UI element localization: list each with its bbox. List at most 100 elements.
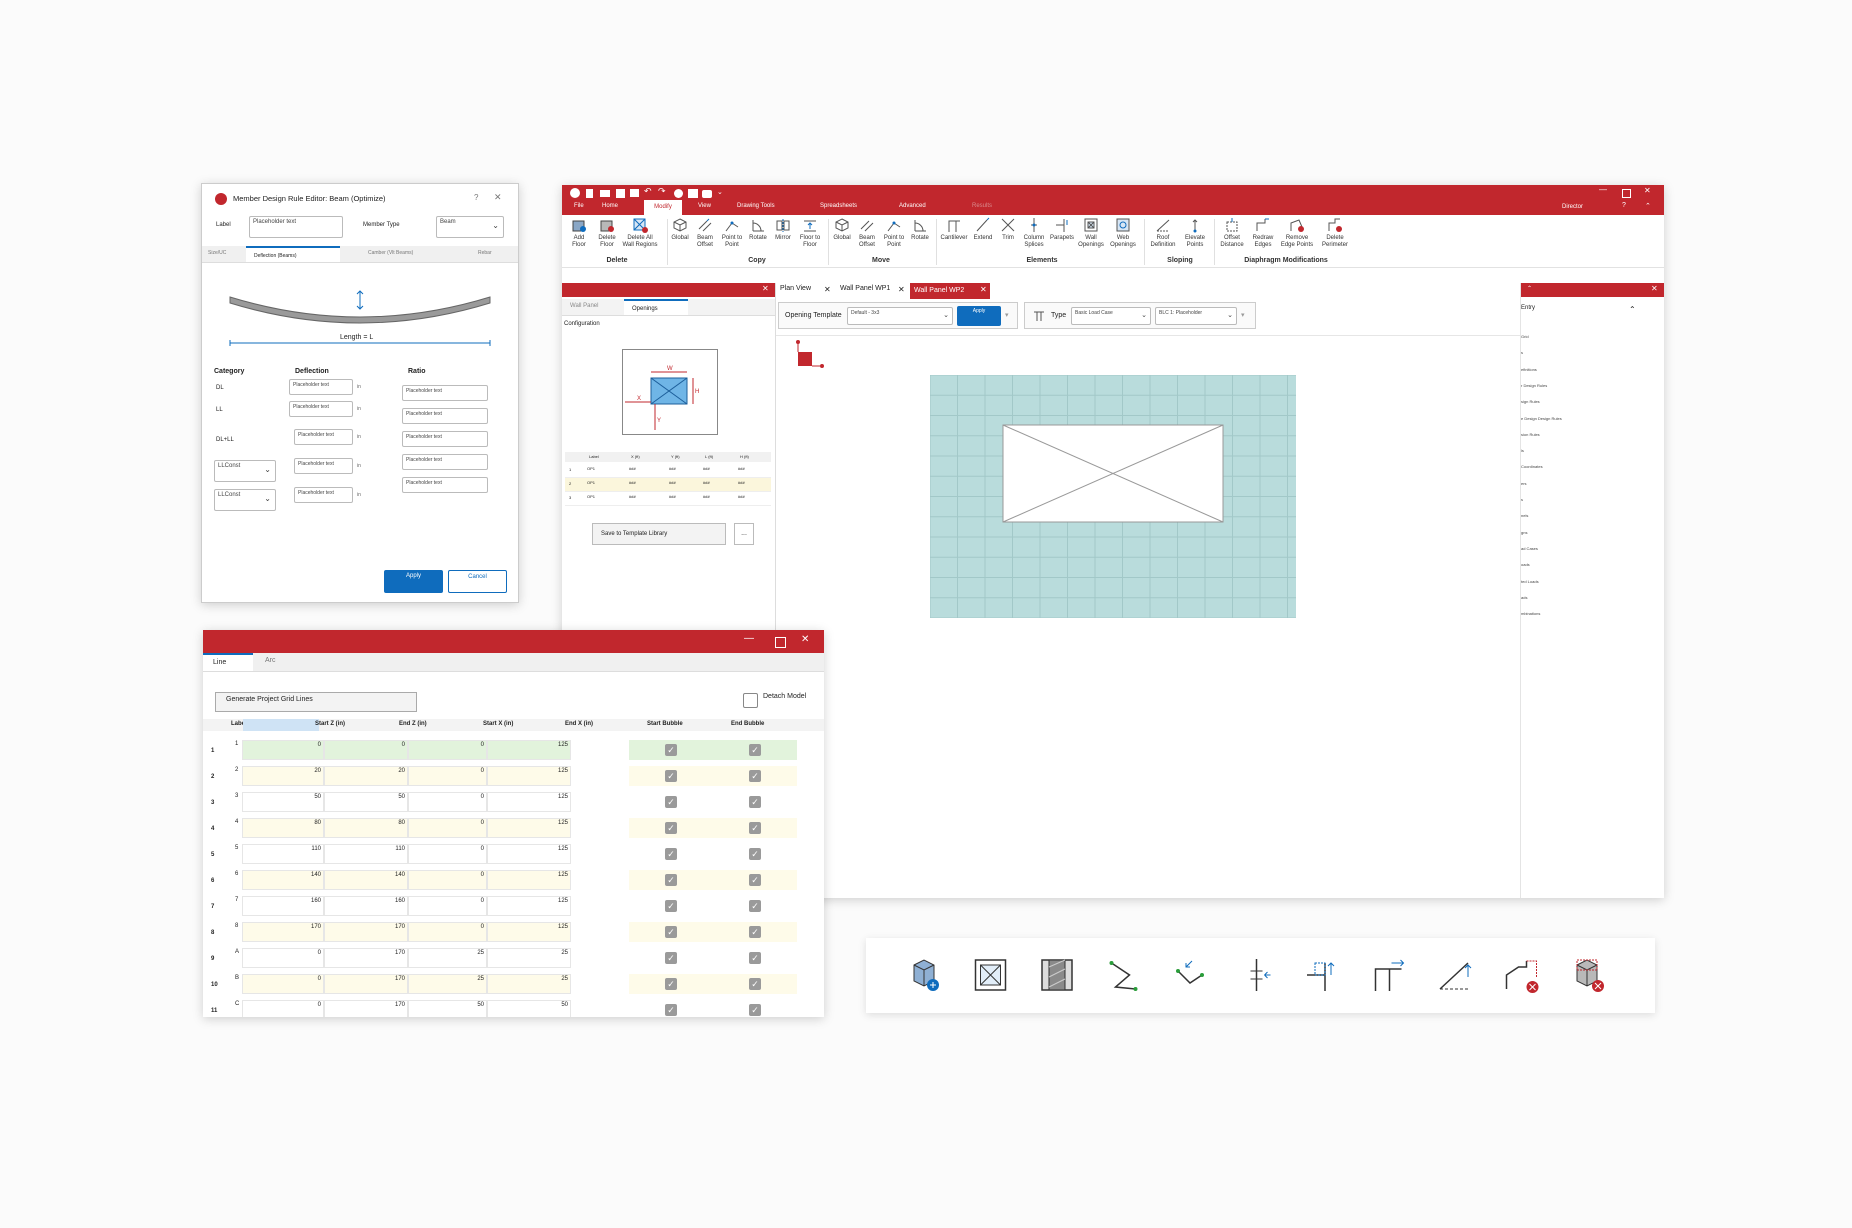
save-icon[interactable] <box>616 189 625 198</box>
start-bubble-checkbox[interactable]: ✓ <box>665 926 677 938</box>
start-bubble-checkbox[interactable]: ✓ <box>665 744 677 756</box>
extend-button[interactable]: Extend <box>970 217 996 242</box>
start-bubble-checkbox[interactable]: ✓ <box>665 900 677 912</box>
load-case-select[interactable]: Basic Load Case ⌄ <box>1071 307 1151 325</box>
toolbar-overflow-icon[interactable]: ▾ <box>1005 311 1009 319</box>
close-icon[interactable]: ✕ <box>494 192 502 203</box>
end-z-cell[interactable]: 170 <box>324 1000 408 1017</box>
delete-floor-button[interactable]: Delete Floor <box>594 217 620 249</box>
tab-wall-panel-wp1-close-icon[interactable]: ✕ <box>898 285 905 294</box>
start-bubble-checkbox[interactable]: ✓ <box>665 796 677 808</box>
tree-item[interactable]: s <box>1521 497 1523 502</box>
redo-icon[interactable]: ↷ <box>658 186 666 197</box>
tree-item[interactable]: efinitions <box>1521 367 1537 372</box>
start-z-cell[interactable]: 20 <box>242 766 324 786</box>
help-icon[interactable]: ? <box>474 193 478 202</box>
copy-floor-to-floor-button[interactable]: Floor to Floor <box>796 217 824 249</box>
column-splices-button[interactable]: Column Splices <box>1020 217 1048 249</box>
tree-item[interactable]: e Design Design Rules <box>1521 416 1562 421</box>
grid-table-row[interactable]: 7 7 160 160 0 125 ✓ ✓ <box>203 896 824 920</box>
tab-arc[interactable]: Arc <box>265 657 276 664</box>
tree-item[interactable]: r Design Rules <box>1521 383 1547 388</box>
ratio-input[interactable]: Placeholder text <box>402 477 488 493</box>
tree-item[interactable]: ls <box>1521 448 1524 453</box>
trim-button[interactable]: Trim <box>996 217 1020 242</box>
start-x-cell[interactable]: 0 <box>408 766 487 786</box>
account-name[interactable]: Director <box>1562 204 1583 210</box>
generate-grid-lines-button[interactable]: Generate Project Grid Lines <box>215 692 417 712</box>
print-icon[interactable] <box>630 189 639 197</box>
wall-opening-icon[interactable] <box>974 959 1007 991</box>
end-x-cell[interactable]: 125 <box>487 844 571 864</box>
menu-home[interactable]: Home <box>602 203 618 209</box>
collapse-chevron-icon[interactable]: ⌃ <box>1629 305 1636 314</box>
tree-item[interactable]: ted Loads <box>1521 579 1539 584</box>
end-bubble-checkbox[interactable]: ✓ <box>749 744 761 756</box>
open-folder-icon[interactable] <box>600 190 610 197</box>
start-z-cell[interactable]: 0 <box>242 1000 324 1017</box>
wall-region-icon[interactable] <box>1041 959 1073 991</box>
move-rotate-button[interactable]: Rotate <box>908 217 932 242</box>
grid-table-row[interactable]: 3 3 50 50 0 125 ✓ ✓ <box>203 792 824 816</box>
start-z-cell[interactable]: 50 <box>242 792 324 812</box>
roof-definition-button[interactable]: Roof Definition <box>1146 217 1180 249</box>
collapse-ribbon-icon[interactable]: ⌃ <box>1645 202 1651 210</box>
label-input[interactable]: Placeholder text <box>249 216 343 238</box>
start-x-cell[interactable]: 0 <box>408 844 487 864</box>
apply-template-button[interactable]: Apply <box>957 306 1001 326</box>
help-icon[interactable]: ? <box>1622 202 1626 209</box>
grid-table-row[interactable]: 11 C 0 170 50 50 ✓ ✓ <box>203 1000 824 1017</box>
tree-item[interactable]: ads <box>1521 595 1527 600</box>
more-options-button[interactable]: ... <box>734 523 754 545</box>
detach-model-checkbox[interactable] <box>743 693 758 708</box>
start-z-cell[interactable]: 0 <box>242 974 324 994</box>
minimize-icon[interactable]: — <box>1599 185 1607 194</box>
end-x-cell[interactable]: 25 <box>487 974 571 994</box>
app-logo-icon[interactable] <box>570 188 580 198</box>
end-x-cell[interactable]: 125 <box>487 896 571 916</box>
copy-mirror-button[interactable]: Mirror <box>770 217 796 242</box>
end-x-cell[interactable]: 50 <box>487 1000 571 1017</box>
end-x-cell[interactable]: 125 <box>487 818 571 838</box>
end-z-cell[interactable]: 170 <box>324 948 408 968</box>
tab-line[interactable]: Line <box>203 653 253 671</box>
web-openings-button[interactable]: Web Openings <box>1108 217 1138 249</box>
openings-table-row[interactable]: 3 OP1 ### ### ### ### <box>565 492 771 506</box>
blc-select[interactable]: BLC 1: Placeholder ⌄ <box>1155 307 1237 325</box>
grid-table-row[interactable]: 9 A 0 170 25 25 ✓ ✓ <box>203 948 824 972</box>
end-z-cell[interactable]: 140 <box>324 870 408 890</box>
polyline-icon[interactable] <box>1109 961 1138 991</box>
menu-view[interactable]: View <box>698 203 711 209</box>
end-x-cell[interactable]: 125 <box>487 766 571 786</box>
tab-wall-panel[interactable]: Wall Panel <box>570 303 598 309</box>
delete-perimeter-icon[interactable] <box>1505 960 1539 993</box>
close-icon[interactable]: ✕ <box>801 634 809 645</box>
start-bubble-checkbox[interactable]: ✓ <box>665 1004 677 1016</box>
redraw-edges-button[interactable]: Redraw Edges <box>1248 217 1278 249</box>
start-z-cell[interactable]: 110 <box>242 844 324 864</box>
start-x-cell[interactable]: 0 <box>408 792 487 812</box>
start-z-cell[interactable]: 170 <box>242 922 324 942</box>
start-x-cell[interactable]: 25 <box>408 974 487 994</box>
deflection-input[interactable]: Placeholder text <box>294 487 353 503</box>
maximize-icon[interactable] <box>775 637 786 648</box>
add-floor-button[interactable]: Add Floor <box>566 217 592 249</box>
move-point-to-point-button[interactable]: Point to Point <box>880 217 908 249</box>
end-z-cell[interactable]: 170 <box>324 974 408 994</box>
tree-item[interactable]: sign Rules <box>1521 399 1540 404</box>
deflection-input[interactable]: Placeholder text <box>294 429 353 445</box>
end-x-cell[interactable]: 125 <box>487 922 571 942</box>
end-bubble-checkbox[interactable]: ✓ <box>749 900 761 912</box>
end-bubble-checkbox[interactable]: ✓ <box>749 796 761 808</box>
end-z-cell[interactable]: 20 <box>324 766 408 786</box>
offset-distance-button[interactable]: Offset Distance <box>1216 217 1248 249</box>
tab-deflection[interactable]: Deflection (Beams) <box>246 246 340 262</box>
right-panel-close-icon[interactable]: ✕ <box>1651 284 1658 293</box>
wall-panel-drawing[interactable] <box>930 375 1296 618</box>
menu-results[interactable]: Results <box>972 203 992 209</box>
tree-item[interactable]: Grid <box>1521 334 1529 339</box>
copy-point-to-point-button[interactable]: Point to Point <box>718 217 746 249</box>
tree-item[interactable]: gns <box>1521 530 1527 535</box>
tree-item[interactable]: mbinations <box>1521 611 1540 616</box>
frame-icon[interactable] <box>1374 959 1405 991</box>
